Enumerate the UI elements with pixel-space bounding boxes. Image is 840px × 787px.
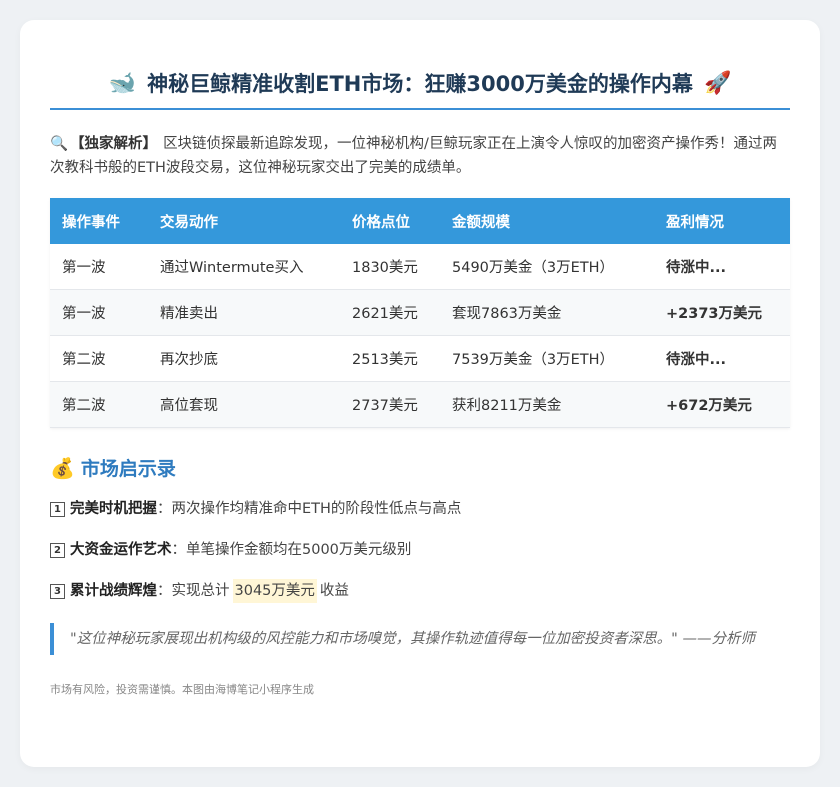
col-header-action: 交易动作 <box>148 198 340 244</box>
money-bag-icon: 💰 <box>50 455 75 480</box>
cell-event: 第二波 <box>50 335 148 382</box>
point-title: 大资金运作艺术 <box>70 542 172 558</box>
highlight-value: 3045万美元 <box>232 579 317 603</box>
point-title: 累计战绩辉煌 <box>70 583 157 599</box>
title-bar: 🐋 神秘巨鲸精准收割ETH市场：狂赚3000万美金的操作内幕 🚀 <box>50 68 790 110</box>
keycap-number-icon: 3 <box>50 583 65 599</box>
list-item: 2 大资金运作艺术 ：单笔操作金额均在5000万美元级别 <box>50 538 790 562</box>
insights-list: 1 完美时机把握 ：两次操作均精准命中ETH的阶段性低点与高点 2 大资金运作艺… <box>50 497 790 603</box>
intro-text: 区块链侦探最新追踪发现，一位神秘机构/巨鲸玩家正在上演令人惊叹的加密资产操作秀！… <box>50 136 777 176</box>
cell-action: 精准卖出 <box>148 289 340 336</box>
insights-heading: 💰 市场启示录 <box>50 454 790 481</box>
cell-profit: 待涨中... <box>654 335 790 382</box>
cell-price: 1830美元 <box>340 244 440 290</box>
rocket-icon: 🚀 <box>703 70 732 96</box>
section-title: 市场启示录 <box>80 458 176 480</box>
cell-amount: 5490万美金（3万ETH） <box>440 244 654 290</box>
table-row: 第二波 高位套现 2737美元 获利8211万美金 +672万美元 <box>50 381 790 428</box>
cell-action: 再次抄底 <box>148 335 340 382</box>
cell-action: 通过Wintermute买入 <box>148 244 340 290</box>
footer-disclaimer: 市场有风险，投资需谨慎。本图由海博笔记小程序生成 <box>50 683 314 696</box>
list-item: 3 累计战绩辉煌 ：实现总计 3045万美元 收益 <box>50 579 790 603</box>
magnifier-icon: 🔍 <box>50 136 69 152</box>
cell-amount: 套现7863万美金 <box>440 289 654 336</box>
cell-event: 第二波 <box>50 381 148 428</box>
col-header-event: 操作事件 <box>50 198 148 244</box>
list-item: 1 完美时机把握 ：两次操作均精准命中ETH的阶段性低点与高点 <box>50 497 790 521</box>
whale-icon: 🐋 <box>108 70 137 96</box>
cell-price: 2513美元 <box>340 335 440 382</box>
cell-price: 2621美元 <box>340 289 440 336</box>
table-row: 第二波 再次抄底 2513美元 7539万美金（3万ETH） 待涨中... <box>50 335 790 382</box>
cell-profit: +2373万美元 <box>654 289 790 336</box>
table-row: 第一波 精准卖出 2621美元 套现7863万美金 +2373万美元 <box>50 289 790 336</box>
point-text: ：两次操作均精准命中ETH的阶段性低点与高点 <box>157 501 462 517</box>
table-row: 第一波 通过Wintermute买入 1830美元 5490万美金（3万ETH）… <box>50 244 790 290</box>
col-header-profit: 盈利情况 <box>654 198 790 244</box>
intro-lead: 【独家解析】 <box>70 136 158 152</box>
col-header-amount: 金额规模 <box>440 198 654 244</box>
point-text: ：实现总计 <box>157 583 230 599</box>
trades-table: 操作事件 交易动作 价格点位 金额规模 盈利情况 第一波 通过Wintermut… <box>50 198 790 428</box>
point-text: ：单笔操作金额均在5000万美元级别 <box>171 542 412 558</box>
cell-profit: 待涨中... <box>654 244 790 290</box>
point-suffix: 收益 <box>319 583 349 599</box>
article-card: 🐋 神秘巨鲸精准收割ETH市场：狂赚3000万美金的操作内幕 🚀 🔍 【独家解析】… <box>20 20 820 767</box>
page-title: 神秘巨鲸精准收割ETH市场：狂赚3000万美金的操作内幕 <box>147 72 693 96</box>
analyst-quote: "这位神秘玩家展现出机构级的风控能力和市场嗅觉，其操作轨迹值得每一位加密投资者深… <box>50 623 790 655</box>
cell-price: 2737美元 <box>340 381 440 428</box>
cell-profit: +672万美元 <box>654 381 790 428</box>
point-title: 完美时机把握 <box>70 501 157 517</box>
cell-event: 第一波 <box>50 244 148 290</box>
cell-amount: 获利8211万美金 <box>440 381 654 428</box>
col-header-price: 价格点位 <box>340 198 440 244</box>
table-header-row: 操作事件 交易动作 价格点位 金额规模 盈利情况 <box>50 198 790 244</box>
keycap-number-icon: 2 <box>50 542 65 558</box>
cell-action: 高位套现 <box>148 381 340 428</box>
cell-amount: 7539万美金（3万ETH） <box>440 335 654 382</box>
keycap-number-icon: 1 <box>50 501 65 517</box>
cell-event: 第一波 <box>50 289 148 336</box>
intro-paragraph: 🔍 【独家解析】 区块链侦探最新追踪发现，一位神秘机构/巨鲸玩家正在上演令人惊叹的加… <box>50 132 790 180</box>
